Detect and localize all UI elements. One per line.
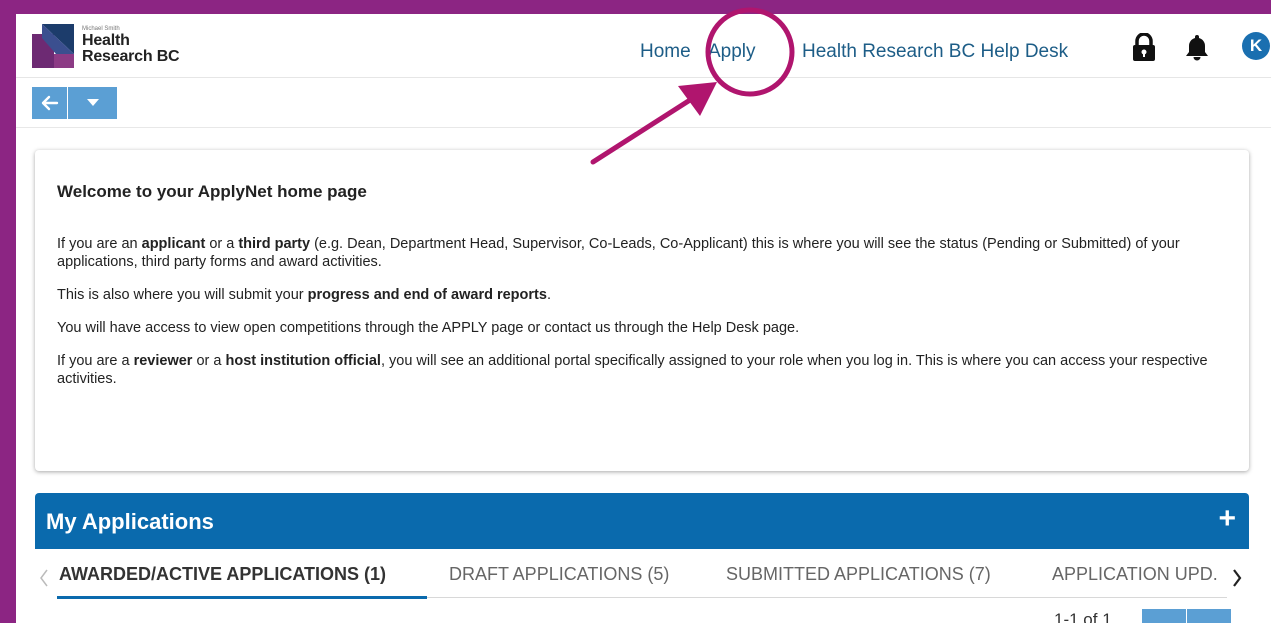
- next-page-button[interactable]: [1187, 609, 1231, 623]
- chevron-left-icon[interactable]: [39, 569, 49, 587]
- top-header: Michael Smith Health Research BC Home Ap…: [16, 14, 1271, 78]
- logo-line2: Research BC: [82, 48, 180, 65]
- tab-submitted[interactable]: SUBMITTED APPLICATIONS (7): [726, 564, 991, 585]
- app-window: Michael Smith Health Research BC Home Ap…: [16, 14, 1271, 623]
- welcome-paragraph-1: If you are an applicant or a third party…: [57, 236, 1180, 270]
- nav-help-desk-link[interactable]: Health Research BC Help Desk: [802, 41, 1068, 63]
- chevron-right-icon[interactable]: [1232, 569, 1242, 587]
- my-applications-title: My Applications: [46, 509, 214, 534]
- arrow-left-icon: [41, 95, 58, 111]
- tab-awarded-active[interactable]: AWARDED/ACTIVE APPLICATIONS (1): [59, 564, 386, 585]
- logo-line1: Health: [82, 32, 130, 49]
- toolbar: [16, 78, 1271, 128]
- tab-application-updates[interactable]: APPLICATION UPD.: [1052, 564, 1218, 585]
- my-applications-header: My Applications +: [35, 493, 1249, 549]
- history-dropdown-button[interactable]: [68, 87, 117, 119]
- logo-mark-icon: [32, 24, 74, 68]
- back-button[interactable]: [32, 87, 67, 119]
- logo[interactable]: Michael Smith Health Research BC: [32, 24, 180, 70]
- add-application-button[interactable]: +: [1218, 504, 1236, 534]
- welcome-paragraph-4: If you are a reviewer or a host institut…: [57, 353, 1208, 387]
- nav-home-link[interactable]: Home: [640, 41, 691, 63]
- lock-icon[interactable]: [1127, 30, 1161, 64]
- nav-apply-link[interactable]: Apply: [708, 41, 756, 63]
- tab-draft[interactable]: DRAFT APPLICATIONS (5): [449, 564, 669, 585]
- welcome-paragraph-3: You will have access to view open compet…: [57, 320, 800, 336]
- applications-tabs: AWARDED/ACTIVE APPLICATIONS (1) DRAFT AP…: [35, 549, 1249, 599]
- active-tab-indicator: [57, 596, 427, 599]
- pager-text: 1-1 of 1: [1054, 610, 1112, 623]
- welcome-card: Welcome to your ApplyNet home page If yo…: [35, 150, 1249, 471]
- caret-down-icon: [86, 99, 99, 106]
- bell-icon[interactable]: [1180, 30, 1214, 64]
- prev-page-button[interactable]: [1142, 609, 1186, 623]
- avatar[interactable]: K: [1242, 32, 1270, 60]
- welcome-paragraph-2: This is also where you will submit your …: [57, 287, 551, 303]
- welcome-title: Welcome to your ApplyNet home page: [57, 182, 367, 201]
